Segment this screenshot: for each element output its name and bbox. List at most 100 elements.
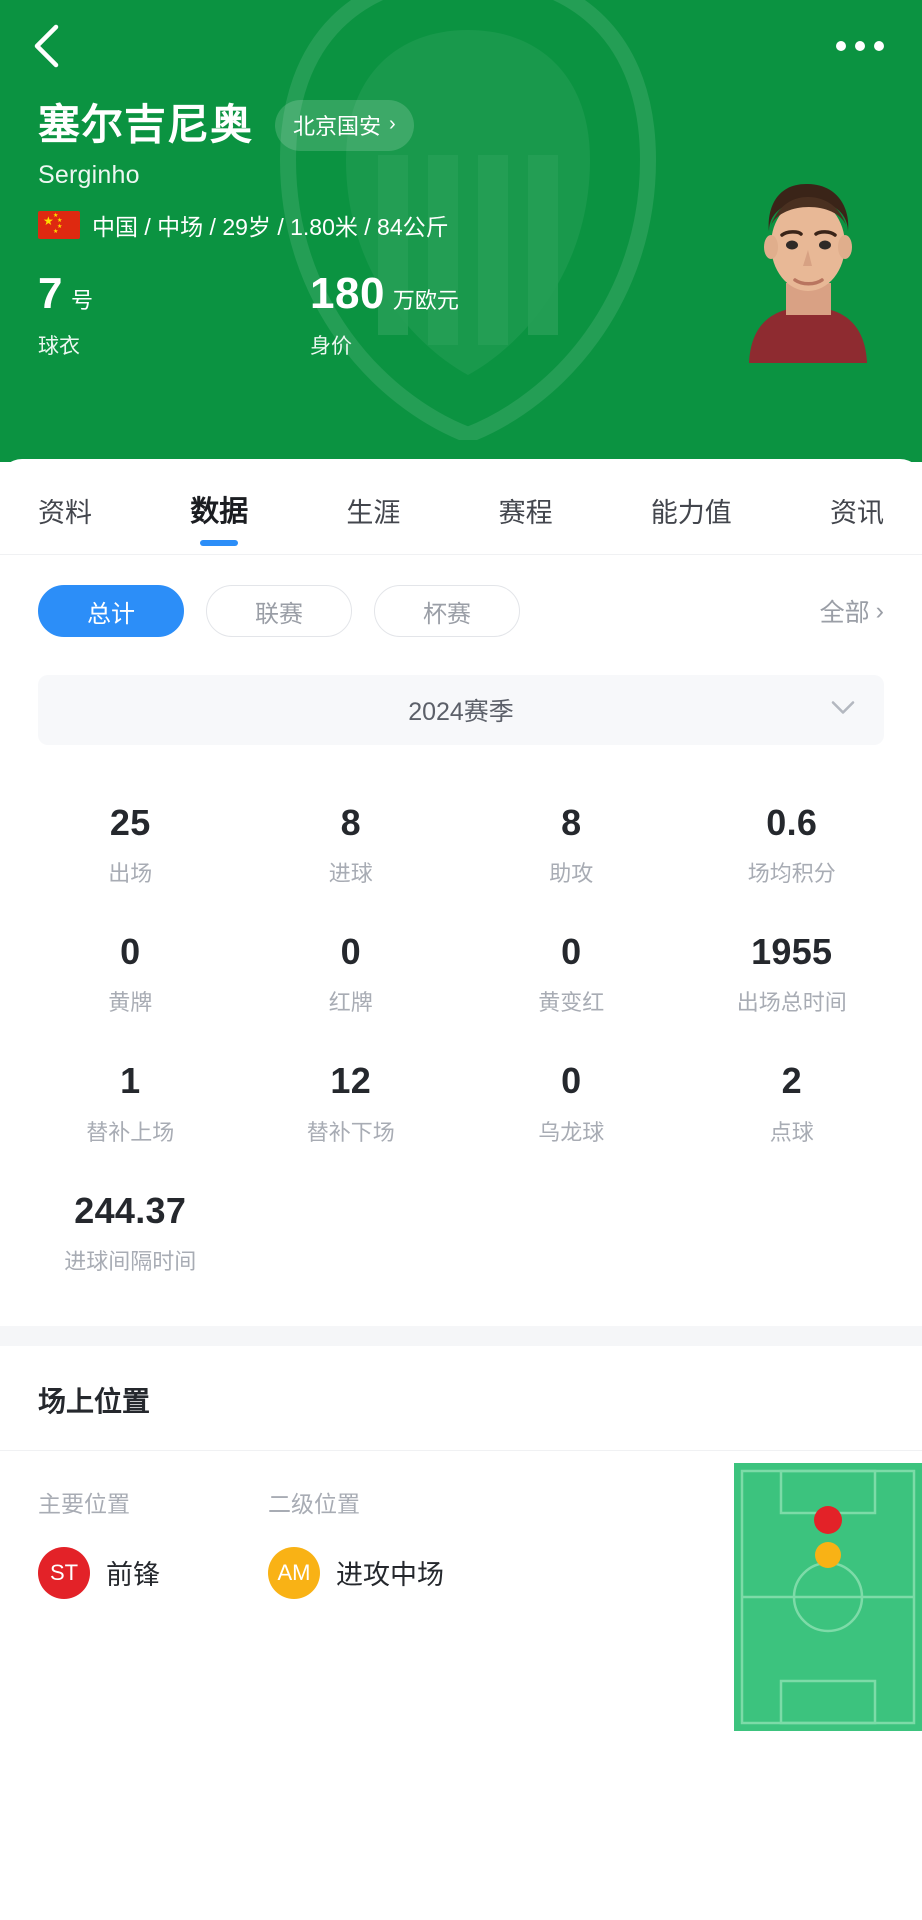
tab-stats[interactable]: 数据 [190, 488, 248, 554]
primary-position-name: 前锋 [106, 1560, 160, 1591]
chevron-right-icon: › [389, 113, 396, 135]
team-name-label: 北京国安 [293, 114, 382, 139]
stat-value: 8 [561, 802, 582, 843]
football-pitch-icon [734, 1462, 922, 1731]
name-row: 塞尔吉尼奥 北京国安 › [38, 100, 884, 151]
kpi-value: 7 [38, 269, 63, 318]
back-button[interactable] [26, 24, 68, 68]
flag-star-small: ★ [53, 229, 59, 235]
stat-value: 0 [561, 1060, 582, 1102]
player-meta-text: 中国 / 中场 / 29岁 / 1.80米 / 84公斤 [92, 214, 449, 240]
stat-value: 2 [781, 1060, 802, 1102]
stat-cell: 2 点球 [682, 1037, 903, 1166]
player-name: 塞尔吉尼奥 [38, 101, 254, 149]
tab-career[interactable]: 生涯 [346, 491, 400, 554]
filter-chip-league[interactable]: 联赛 [206, 585, 352, 637]
stat-value: 244.37 [74, 1189, 187, 1231]
player-photo-illustration [731, 165, 886, 363]
kpi-unit: 号 [70, 288, 93, 313]
season-selector[interactable]: 2024赛季 [38, 675, 884, 745]
more-dot [874, 41, 884, 51]
kpi-shirt-number: 7 号 球衣 [38, 272, 310, 360]
stat-label: 进球间隔时间 [64, 1248, 197, 1274]
tab-bar: 资料 数据 生涯 赛程 能力值 资讯 [0, 459, 922, 555]
competition-filter-row: 总计 联赛 杯赛 全部 › [0, 555, 922, 637]
stat-value: 1955 [751, 931, 833, 973]
china-flag-icon: ★ ★ ★ ★ ★ [38, 211, 80, 239]
secondary-position-name: 进攻中场 [336, 1560, 444, 1591]
stat-cell: 0.6 场均积分 [682, 779, 903, 908]
kpi-market-value: 180 万欧元 身价 [310, 272, 730, 360]
filter-chip-total[interactable]: 总计 [38, 585, 184, 637]
secondary-position-row: AM 进攻中场 [268, 1546, 498, 1599]
section-divider-band [0, 1325, 922, 1346]
kpi-value: 180 [310, 269, 385, 318]
primary-position-heading: 主要位置 [38, 1490, 130, 1517]
team-link-chip[interactable]: 北京国安 › [275, 100, 414, 151]
stat-value: 8 [340, 802, 361, 843]
stat-cell: 25 出场 [20, 779, 241, 908]
more-options-button[interactable] [832, 31, 888, 61]
stat-value: 0 [340, 931, 361, 973]
stat-label: 替补上场 [86, 1119, 175, 1145]
position-section: 主要位置 ST 前锋 二级位置 AM 进攻中场 [0, 1451, 922, 1731]
navigation-bar [0, 0, 922, 92]
kpi-top: 180 万欧元 [310, 272, 730, 316]
stat-cell: 0 黄牌 [20, 908, 241, 1037]
player-portrait [731, 165, 886, 363]
filter-chip-cup[interactable]: 杯赛 [374, 585, 520, 637]
tab-news[interactable]: 资讯 [830, 491, 884, 554]
kpi-top: 7 号 [38, 272, 310, 316]
stat-cell: 0 黄变红 [461, 908, 682, 1037]
view-all-label: 全部 [819, 599, 870, 627]
stat-value: 0.6 [766, 802, 818, 843]
position-section-title: 场上位置 [38, 1385, 151, 1417]
stat-cell: 12 替补下场 [241, 1037, 462, 1166]
more-dot [836, 41, 846, 51]
secondary-position-heading: 二级位置 [268, 1490, 360, 1517]
primary-position-row: ST 前锋 [38, 1546, 268, 1599]
stat-label: 进球 [328, 861, 373, 887]
primary-position-block: 主要位置 ST 前锋 [38, 1485, 268, 1599]
stat-label: 出场总时间 [736, 990, 847, 1016]
stat-cell: 244.37 进球间隔时间 [20, 1167, 241, 1296]
stat-value: 12 [330, 1060, 372, 1102]
player-profile-screen: 塞尔吉尼奥 北京国安 › Serginho ★ ★ ★ ★ ★ 中国 / 中场 … [0, 0, 922, 1920]
tab-fixtures[interactable]: 赛程 [499, 491, 553, 554]
secondary-position-block: 二级位置 AM 进攻中场 [268, 1485, 498, 1599]
tab-ratings[interactable]: 能力值 [651, 491, 732, 554]
stat-cell: 0 红牌 [241, 908, 462, 1037]
stat-cell: 1 替补上场 [20, 1037, 241, 1166]
view-all-link[interactable]: 全部 › [820, 593, 884, 629]
content-sheet: 资料 数据 生涯 赛程 能力值 资讯 总计 联赛 杯赛 全部 › 2024赛季 [0, 459, 922, 1920]
stat-label: 助攻 [549, 861, 594, 887]
more-dot [855, 41, 865, 51]
kpi-label: 身价 [310, 335, 352, 358]
stat-label: 替补下场 [306, 1119, 395, 1145]
kpi-label: 球衣 [38, 335, 80, 358]
stat-cell: 8 进球 [241, 779, 462, 908]
stat-value: 1 [120, 1060, 141, 1102]
season-label: 2024赛季 [408, 698, 514, 726]
hero-header: 塞尔吉尼奥 北京国安 › Serginho ★ ★ ★ ★ ★ 中国 / 中场 … [0, 0, 922, 462]
kpi-unit: 万欧元 [392, 288, 459, 313]
stat-label: 出场 [108, 861, 153, 887]
stat-cell: 0 乌龙球 [461, 1037, 682, 1166]
chevron-right-icon: › [875, 596, 884, 625]
stat-cell: 8 助攻 [461, 779, 682, 908]
stat-label: 点球 [769, 1119, 814, 1145]
stat-value: 0 [561, 931, 582, 973]
position-badge-st: ST [38, 1546, 90, 1599]
tab-profile[interactable]: 资料 [38, 491, 92, 554]
stats-grid: 25 出场 8 进球 8 助攻 0.6 场均积分 0 黄牌 0 红牌 0 黄变红… [0, 745, 922, 1296]
stat-value: 0 [120, 931, 141, 973]
position-badge-am: AM [268, 1546, 320, 1599]
chevron-down-icon [830, 700, 856, 721]
stat-label: 场均积分 [747, 861, 836, 887]
stat-label: 黄变红 [538, 990, 605, 1016]
stat-label: 红牌 [328, 990, 373, 1016]
stat-label: 乌龙球 [538, 1119, 605, 1145]
stat-value: 25 [109, 802, 151, 843]
chevron-left-icon [34, 24, 59, 68]
stat-label: 黄牌 [108, 990, 153, 1016]
